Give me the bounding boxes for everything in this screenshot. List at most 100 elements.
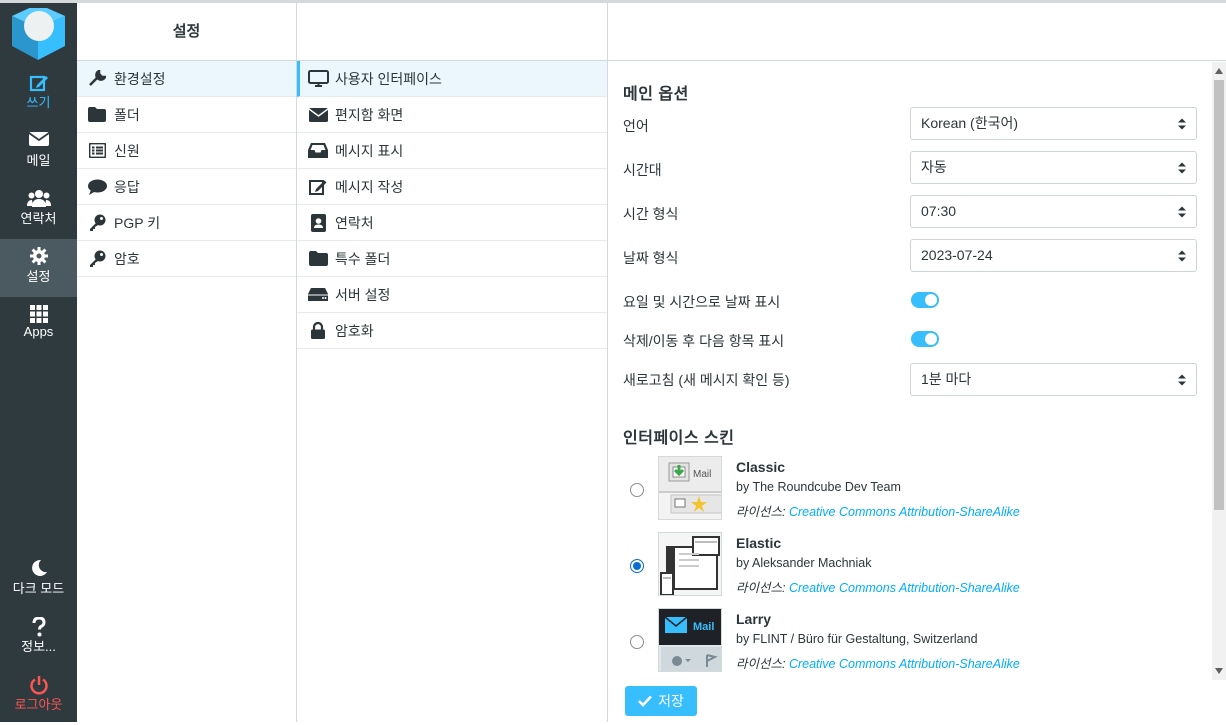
skin-elastic-license-link[interactable]: Creative Commons Attribution-ShareAlike [789,581,1020,595]
interface-skin-title: 인터페이스 스킨 [623,430,735,447]
select-caret-icon [1178,118,1186,130]
pref-label: 서버 설정 [335,286,391,303]
refresh-select[interactable]: 1분 마다 [910,363,1197,396]
skin-classic-license-link[interactable]: Creative Commons Attribution-ShareAlike [789,505,1020,519]
question-icon [0,609,77,637]
section-preferences[interactable]: 환경설정 [77,61,296,97]
skin-classic-author: by The Roundcube Dev Team [736,480,901,494]
display-next-label: 삭제/이동 후 다음 항목 표시 [623,333,785,349]
time-format-label: 시간 형식 [623,206,679,222]
skin-larry-radio[interactable] [630,635,644,649]
mail-button[interactable]: 메일 [0,123,77,181]
skin-larry: Mail Larry by FLINT / Büro für Gestaltun… [608,608,1208,678]
compose-button[interactable]: 쓰기 [0,65,77,123]
timezone-select[interactable]: 자동 [910,151,1197,184]
form-scrollbar[interactable] [1212,62,1226,680]
save-button[interactable]: 저장 [625,686,697,716]
skin-elastic-license: 라이선스: Creative Commons Attribution-Share… [736,577,1020,596]
section-identities[interactable]: 신원 [77,133,296,169]
folder-icon [307,250,329,268]
select-caret-icon [1178,374,1186,386]
skin-elastic-radio[interactable] [630,559,644,573]
pref-contacts[interactable]: 연락처 [297,205,607,241]
pref-encryption[interactable]: 암호화 [297,313,607,349]
about-button[interactable]: 정보... [0,609,77,667]
skin-larry-license-link[interactable]: Creative Commons Attribution-ShareAlike [789,657,1020,671]
settings-label: 설정 [26,269,51,284]
logout-button[interactable]: 로그아웃 [0,667,77,725]
skin-classic-name: Classic [736,459,786,475]
skin-larry-author: by FLINT / Büro für Gestaltung, Switzerl… [736,632,978,646]
time-format-select[interactable]: 07:30 [910,195,1197,228]
envelope-icon [0,123,77,149]
preferences-form-panel: 메인 옵션 언어 Korean (한국어) 시간대 자동 시간 형식 07:30… [608,3,1226,722]
apps-button[interactable]: Apps [0,297,77,355]
language-label: 언어 [623,118,649,134]
gear-icon [0,239,77,265]
key-icon [87,214,107,232]
section-label: 신원 [114,142,140,159]
content-header [608,3,1226,61]
thumb-mail-text: Mail [693,469,711,480]
language-select[interactable]: Korean (한국어) [910,107,1197,140]
section-label: PGP 키 [114,214,161,231]
pref-label: 사용자 인터페이스 [335,70,442,87]
preferences-list-panel: 사용자 인터페이스 편지함 화면 메시지 표시 메시지 작성 연락처 특수 폴더… [297,3,608,722]
identity-list-icon [87,142,107,160]
dark-mode-label: 다크 모드 [12,581,65,596]
about-label: 정보... [21,639,56,654]
skin-larry-thumbnail: Mail [658,608,722,672]
section-folders[interactable]: 폴더 [77,97,296,133]
skin-classic-radio[interactable] [630,483,644,497]
select-caret-icon [1178,162,1186,174]
skin-elastic: Elastic by Aleksander Machniak 라이선스: Cre… [608,532,1208,602]
scroll-down-arrow[interactable] [1215,668,1223,674]
pref-server-settings[interactable]: 서버 설정 [297,277,607,313]
language-value: Korean (한국어) [921,115,1018,131]
skin-elastic-name: Elastic [736,535,782,551]
checkmark-icon [638,695,653,707]
address-book-icon [307,213,329,232]
contacts-label: 연락처 [20,211,57,226]
pref-special-folders[interactable]: 특수 폴더 [297,241,607,277]
section-responses[interactable]: 응답 [77,169,296,205]
pref-label: 특수 폴더 [335,250,391,267]
edit-icon [0,65,77,92]
scroll-up-arrow[interactable] [1215,68,1223,74]
settings-header: 설정 [77,3,296,61]
pref-mailbox-view[interactable]: 편지함 화면 [297,97,607,133]
pref-label: 연락처 [335,214,374,231]
preferences-form: 메인 옵션 언어 Korean (한국어) 시간대 자동 시간 형식 07:30… [608,62,1212,680]
preferences-list-header [297,3,607,61]
mail-label: 메일 [26,153,51,168]
speech-bubble-icon [87,178,107,196]
refresh-label: 새로고침 (새 메시지 확인 등) [623,372,790,388]
pref-user-interface[interactable]: 사용자 인터페이스 [297,61,607,97]
display-next-toggle[interactable] [911,331,939,347]
pref-displaying-messages[interactable]: 메시지 표시 [297,133,607,169]
skin-elastic-author: by Aleksander Machniak [736,556,872,570]
skin-classic-license: 라이선스: Creative Commons Attribution-Share… [736,501,1020,520]
settings-button[interactable]: 설정 [0,239,77,297]
scroll-thumb[interactable] [1214,80,1224,510]
grid-icon [0,297,77,323]
logout-label: 로그아웃 [14,697,63,712]
power-icon [0,667,77,695]
contacts-button[interactable]: 연락처 [0,181,77,239]
pref-composing-messages[interactable]: 메시지 작성 [297,169,607,205]
license-prefix: 라이선스: [736,505,786,519]
lock-icon [307,322,329,340]
select-caret-icon [1178,250,1186,262]
section-label: 암호 [114,250,140,267]
dark-mode-button[interactable]: 다크 모드 [0,551,77,609]
pretty-date-toggle[interactable] [911,292,939,308]
section-password[interactable]: 암호 [77,241,296,277]
main-navigation: 쓰기 메일 연락처 설정 Apps 다크 모드 정보... 로그아웃 [0,3,77,722]
skin-larry-license: 라이선스: Creative Commons Attribution-Share… [736,653,1020,672]
roundcube-logo[interactable] [12,8,65,60]
license-prefix: 라이선스: [736,657,786,671]
date-format-select[interactable]: 2023-07-24 [910,239,1197,272]
moon-icon [0,551,77,577]
section-pgp-keys[interactable]: PGP 키 [77,205,296,241]
section-label: 환경설정 [114,70,166,87]
